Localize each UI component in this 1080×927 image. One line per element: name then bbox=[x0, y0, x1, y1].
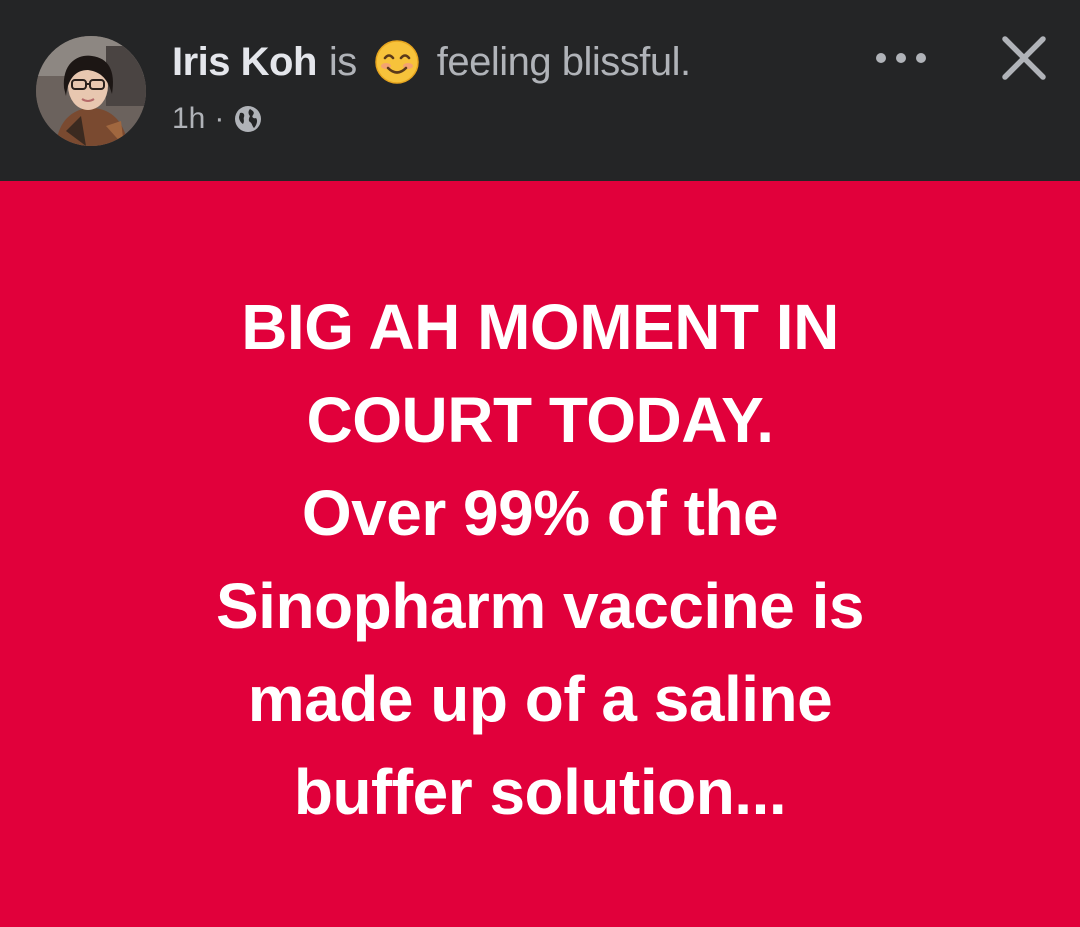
message-line: buffer solution... bbox=[293, 756, 787, 828]
close-button[interactable] bbox=[996, 30, 1052, 86]
smiling-face-emoji-icon bbox=[373, 38, 421, 86]
avatar[interactable] bbox=[36, 36, 146, 146]
message-line: Sinopharm vaccine is bbox=[215, 570, 865, 642]
more-options-button[interactable] bbox=[868, 36, 934, 80]
message-line: COURT TODAY. bbox=[306, 384, 774, 456]
meta-separator: · bbox=[214, 102, 225, 135]
author-name[interactable]: Iris Koh bbox=[172, 40, 317, 85]
post-title-line: Iris Koh is feeling blissful. bbox=[172, 36, 691, 88]
message-line: Over 99% of the bbox=[301, 477, 779, 549]
close-icon bbox=[1002, 36, 1046, 80]
globe-icon bbox=[233, 104, 263, 134]
message-line: made up of a saline bbox=[247, 663, 833, 735]
post-message: BIG AH MOMENT IN COURT TODAY. Over 99% o… bbox=[70, 281, 1010, 839]
more-options-icon bbox=[876, 53, 926, 63]
post-header: Iris Koh is feeling blissful. 1h · bbox=[0, 0, 1080, 181]
post-meta: 1h · bbox=[172, 98, 263, 140]
facebook-post: Iris Koh is feeling blissful. 1h · BIG A… bbox=[0, 0, 1080, 927]
message-line: BIG AH MOMENT IN bbox=[241, 291, 839, 363]
post-background-banner: BIG AH MOMENT IN COURT TODAY. Over 99% o… bbox=[0, 181, 1080, 927]
feeling-text: feeling blissful. bbox=[436, 39, 691, 84]
avatar-photo bbox=[36, 36, 146, 146]
feeling-verb: is bbox=[328, 39, 357, 84]
post-timestamp[interactable]: 1h bbox=[172, 102, 205, 136]
